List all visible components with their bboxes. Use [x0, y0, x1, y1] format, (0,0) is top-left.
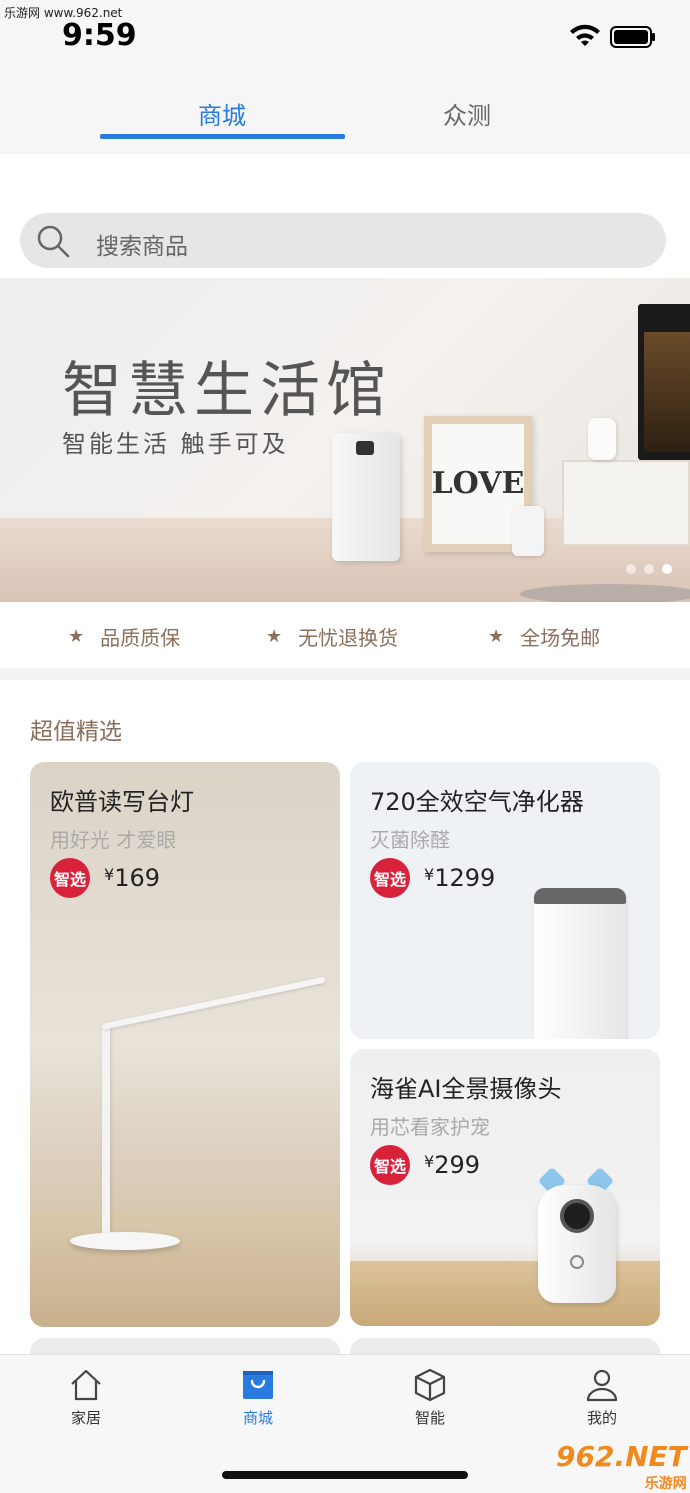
product-tagline: 灭菌除醛 [370, 828, 450, 852]
section-divider [0, 668, 690, 680]
banner-camera-image [588, 418, 616, 460]
site-watermark: 乐游网 www.962.net [4, 6, 123, 20]
tab-home[interactable]: 家居 [26, 1367, 146, 1428]
banner-cabinet-image [562, 460, 690, 546]
banner-frame-text: LOVE [432, 424, 524, 544]
tab-label: 家居 [70, 1409, 101, 1427]
search-placeholder: 搜索商品 [96, 234, 188, 260]
tab-mall[interactable]: 商城 [100, 96, 344, 131]
section-title: 超值精选 [30, 719, 122, 745]
product-tagline: 用芯看家护宠 [370, 1115, 490, 1139]
feature-label: 无忧退换货 [298, 626, 399, 650]
tab-label: 智能 [414, 1409, 445, 1427]
purifier-top [534, 888, 626, 904]
feature-item: ★ 全场免邮 [488, 622, 600, 651]
product-name: 海雀AI全景摄像头 [370, 1075, 562, 1103]
star-icon: ★ [266, 626, 283, 647]
promo-banner[interactable]: LOVE 智慧生活馆 智能生活 触手可及 [0, 278, 690, 602]
camera-lens [560, 1199, 594, 1233]
cube-icon [414, 1368, 446, 1402]
product-price: ¥1299 [424, 864, 496, 892]
banner-purifier-image [332, 433, 400, 561]
site-watermark-bottom: 962.NET 乐游网 [556, 1440, 687, 1492]
tab-label: 商城 [242, 1409, 273, 1427]
status-time: 9:59 [62, 18, 137, 53]
lamp-image [102, 1026, 110, 1238]
tab-indicator [100, 134, 345, 139]
home-indicator [222, 1471, 468, 1479]
smart-pick-badge: 智选 [370, 1145, 410, 1185]
search-icon [37, 225, 70, 258]
wifi-icon [570, 24, 600, 46]
banner-rug [520, 584, 690, 602]
lamp-base [70, 1232, 180, 1250]
tab-mall-bottom[interactable]: 商城 [198, 1367, 318, 1428]
shopping-bag-icon [243, 1371, 273, 1399]
star-icon: ★ [488, 626, 505, 647]
smart-pick-badge: 智选 [370, 858, 410, 898]
tab-crowd-test[interactable]: 众测 [345, 96, 589, 131]
feature-strip: ★ 品质质保 ★ 无忧退换货 ★ 全场免邮 [0, 602, 690, 668]
product-card-purifier[interactable]: 720全效空气净化器 灭菌除醛 智选 ¥1299 [350, 762, 660, 1039]
top-tab-bar: 商城 众测 [0, 70, 690, 154]
feature-item: ★ 无忧退换货 [266, 622, 398, 651]
lamp-table-surface [30, 1210, 340, 1327]
pagination-dot[interactable] [626, 564, 636, 574]
lamp-arm [101, 976, 326, 1030]
banner-title: 智慧生活馆 [62, 356, 392, 426]
star-icon: ★ [68, 626, 85, 647]
battery-icon [610, 26, 655, 48]
banner-speaker-image [512, 506, 544, 556]
tab-label: 我的 [586, 1409, 617, 1427]
search-input[interactable]: 搜索商品 [20, 213, 666, 268]
product-card-lamp[interactable]: 欧普读写台灯 用好光 才爱眼 智选 ¥169 [30, 762, 340, 1327]
feature-item: ★ 品质质保 [68, 622, 180, 651]
camera-button [570, 1255, 584, 1269]
feature-label: 品质质保 [100, 626, 181, 650]
pagination-dot[interactable] [644, 564, 654, 574]
banner-tv-image [638, 304, 690, 460]
product-tagline: 用好光 才爱眼 [50, 828, 177, 852]
tab-smart[interactable]: 智能 [370, 1367, 490, 1428]
tab-profile[interactable]: 我的 [542, 1367, 662, 1428]
smart-pick-badge: 智选 [50, 858, 90, 898]
purifier-image [534, 890, 626, 1039]
feature-label: 全场免邮 [520, 626, 601, 650]
banner-pagination[interactable] [626, 564, 672, 574]
home-icon [71, 1369, 101, 1401]
product-name: 欧普读写台灯 [50, 788, 194, 816]
spacer [0, 154, 690, 200]
user-icon [586, 1369, 618, 1402]
banner-subtitle: 智能生活 触手可及 [62, 430, 289, 458]
product-price: ¥169 [104, 864, 160, 892]
product-price: ¥299 [424, 1151, 480, 1179]
product-name: 720全效空气净化器 [370, 788, 584, 816]
product-card-camera[interactable]: 海雀AI全景摄像头 用芯看家护宠 智选 ¥299 [350, 1049, 660, 1326]
pagination-dot-active[interactable] [662, 564, 672, 574]
